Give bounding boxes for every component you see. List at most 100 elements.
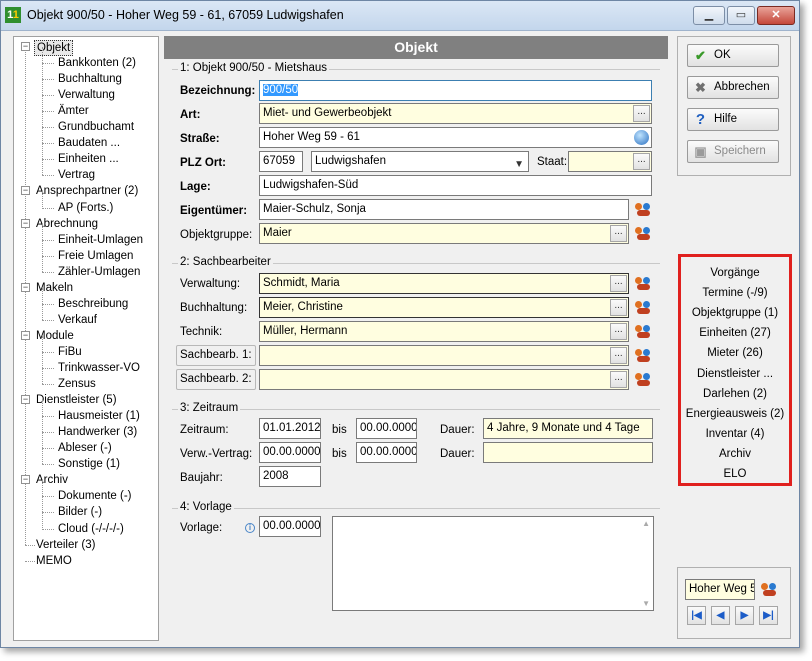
quicklink-inventar-4[interactable]: Inventar (4)	[681, 428, 789, 440]
previous-record-button[interactable]: ◀	[711, 606, 730, 625]
collapse-icon[interactable]: −	[21, 282, 30, 292]
technik-field[interactable]: Müller, Hermann...	[259, 321, 629, 342]
strasse-field[interactable]: Hoher Weg 59 - 61	[259, 127, 652, 148]
tree-item-zensus[interactable]: Zensus	[56, 377, 98, 391]
tree-item-module[interactable]: Module	[34, 329, 76, 343]
tree-item-verteiler-3[interactable]: Verteiler (3)	[34, 538, 97, 552]
tree-item-ansprechpartner-2[interactable]: Ansprechpartner (2)	[34, 184, 140, 198]
help-button[interactable]: ? Hilfe	[687, 108, 779, 131]
tree-item-zähler-umlagen[interactable]: Zähler-Umlagen	[56, 265, 142, 279]
plz-field[interactable]: 67059	[259, 151, 303, 172]
zeitraum-von-field[interactable]: 01.01.2012	[259, 418, 321, 439]
minimize-button[interactable]: ▁	[693, 6, 725, 25]
people-icon[interactable]	[634, 298, 653, 317]
tree-item-buchhaltung[interactable]: Buchhaltung	[56, 72, 124, 86]
ort-combobox[interactable]: Ludwigshafen ▼	[311, 151, 529, 172]
tree-item-handwerker-3[interactable]: Handwerker (3)	[56, 425, 139, 439]
ok-button[interactable]: ✔ OK	[687, 44, 779, 67]
tree-item-memo[interactable]: MEMO	[34, 554, 74, 568]
tree-item-dienstleister-5[interactable]: Dienstleister (5)	[34, 393, 119, 407]
people-icon[interactable]	[634, 274, 653, 293]
people-icon[interactable]	[760, 580, 779, 599]
quicklink-dienstleister[interactable]: Dienstleister ...	[681, 368, 789, 380]
buchhaltung-lookup-button[interactable]: ...	[610, 299, 627, 316]
cancel-button[interactable]: ✖ Abbrechen	[687, 76, 779, 99]
people-icon[interactable]	[634, 346, 653, 365]
quicklink-elo[interactable]: ELO	[681, 468, 789, 480]
tree-item-objekt[interactable]: Objekt	[34, 40, 74, 56]
collapse-icon[interactable]: −	[21, 475, 30, 485]
maximize-button[interactable]: ▭	[727, 6, 755, 25]
sachbearb2-lookup-button[interactable]: ...	[610, 371, 627, 388]
scroll-down-icon[interactable]: ▼	[642, 599, 650, 608]
sachbearb1-button[interactable]: Sachbearb. 1:	[176, 345, 256, 366]
search-field[interactable]: Hoher Weg 5	[685, 579, 755, 600]
tree-item-cloud[interactable]: Cloud (-/-/-/-)	[56, 522, 126, 536]
chevron-down-icon[interactable]: ▼	[514, 155, 524, 171]
quicklink-einheiten-27[interactable]: Einheiten (27)	[681, 327, 789, 339]
next-record-button[interactable]: ▶	[735, 606, 754, 625]
eigentuemer-field[interactable]: Maier-Schulz, Sonja	[259, 199, 629, 220]
tree-item-archiv[interactable]: Archiv	[34, 473, 70, 487]
staat-lookup-button[interactable]: ...	[633, 153, 650, 170]
tree-item-verkauf[interactable]: Verkauf	[56, 313, 99, 327]
tree-item-freie-umlagen[interactable]: Freie Umlagen	[56, 249, 135, 263]
close-button[interactable]: ✕	[757, 6, 795, 25]
vorlage-date-field[interactable]: 00.00.0000	[259, 516, 321, 537]
baujahr-field[interactable]: 2008	[259, 466, 321, 487]
scroll-up-icon[interactable]: ▲	[642, 519, 650, 528]
buchhaltung-field[interactable]: Meier, Christine...	[259, 297, 629, 318]
navigation-tree[interactable]: − Objekt Bankkonten (2) Buchhaltung Verwaltu…	[13, 36, 159, 641]
tree-item-einheit-umlagen[interactable]: Einheit-Umlagen	[56, 233, 145, 247]
vorlage-textarea[interactable]: ▲ ▼	[332, 516, 654, 611]
lage-field[interactable]: Ludwigshafen-Süd	[259, 175, 652, 196]
art-lookup-button[interactable]: ...	[633, 105, 650, 122]
collapse-icon[interactable]: −	[21, 395, 30, 405]
sachbearb2-button[interactable]: Sachbearb. 2:	[176, 369, 256, 390]
tree-item-dokumente[interactable]: Dokumente (-)	[56, 489, 134, 503]
globe-icon[interactable]	[634, 130, 649, 145]
collapse-icon[interactable]: −	[21, 330, 30, 340]
people-icon[interactable]	[634, 370, 653, 389]
people-icon[interactable]	[634, 224, 653, 243]
bezeichnung-field[interactable]: 900/50	[259, 80, 652, 101]
people-icon[interactable]	[634, 322, 653, 341]
info-icon[interactable]: i	[245, 523, 255, 533]
technik-lookup-button[interactable]: ...	[610, 323, 627, 340]
tree-item-bankkonten-2[interactable]: Bankkonten (2)	[56, 56, 138, 70]
last-record-button[interactable]: ▶|	[759, 606, 778, 625]
art-field[interactable]: Miet- und Gewerbeobjekt...	[259, 103, 652, 124]
tree-item-hausmeister-1[interactable]: Hausmeister (1)	[56, 409, 142, 423]
vv-bis-field[interactable]: 00.00.0000	[356, 442, 417, 463]
tree-item-ableser[interactable]: Ableser (-)	[56, 441, 114, 455]
tree-item-ap-forts[interactable]: AP (Forts.)	[56, 201, 115, 215]
collapse-icon[interactable]: −	[21, 218, 30, 228]
verwaltung-field[interactable]: Schmidt, Maria...	[259, 273, 629, 294]
tree-item-vertrag[interactable]: Vertrag	[56, 168, 97, 182]
tree-item-grundbuchamt[interactable]: Grundbuchamt	[56, 120, 136, 134]
objektgruppe-lookup-button[interactable]: ...	[610, 225, 627, 242]
tree-item-beschreibung[interactable]: Beschreibung	[56, 297, 130, 311]
title-bar[interactable]: 11 Objekt 900/50 - Hoher Weg 59 - 61, 67…	[1, 1, 799, 31]
staat-field[interactable]: ...	[568, 151, 652, 172]
tree-item-bilder[interactable]: Bilder (-)	[56, 505, 104, 519]
quicklink-termine-9[interactable]: Termine (-/9)	[681, 287, 789, 299]
sachbearb1-lookup-button[interactable]: ...	[610, 347, 627, 364]
collapse-icon[interactable]: −	[21, 186, 30, 196]
objektgruppe-field[interactable]: Maier...	[259, 223, 629, 244]
quicklink-darlehen-2[interactable]: Darlehen (2)	[681, 388, 789, 400]
people-icon[interactable]	[634, 200, 653, 219]
tree-item-trinkwasser-vo[interactable]: Trinkwasser-VO	[56, 361, 142, 375]
quicklink-mieter-26[interactable]: Mieter (26)	[681, 347, 789, 359]
vv-von-field[interactable]: 00.00.0000	[259, 442, 321, 463]
quicklink-energieausweis-2[interactable]: Energieausweis (2)	[681, 408, 789, 420]
tree-item-makeln[interactable]: Makeln	[34, 281, 75, 295]
save-button[interactable]: ▣ Speichern	[687, 140, 779, 163]
collapse-icon[interactable]: −	[21, 42, 30, 51]
quicklink-archiv[interactable]: Archiv	[681, 448, 789, 460]
tree-item-ämter[interactable]: Ämter	[56, 104, 91, 118]
tree-item-fibu[interactable]: FiBu	[56, 345, 84, 359]
tree-item-einheiten[interactable]: Einheiten ...	[56, 152, 121, 166]
tree-item-baudaten[interactable]: Baudaten ...	[56, 136, 122, 150]
sachbearb1-field[interactable]: ...	[259, 345, 629, 366]
